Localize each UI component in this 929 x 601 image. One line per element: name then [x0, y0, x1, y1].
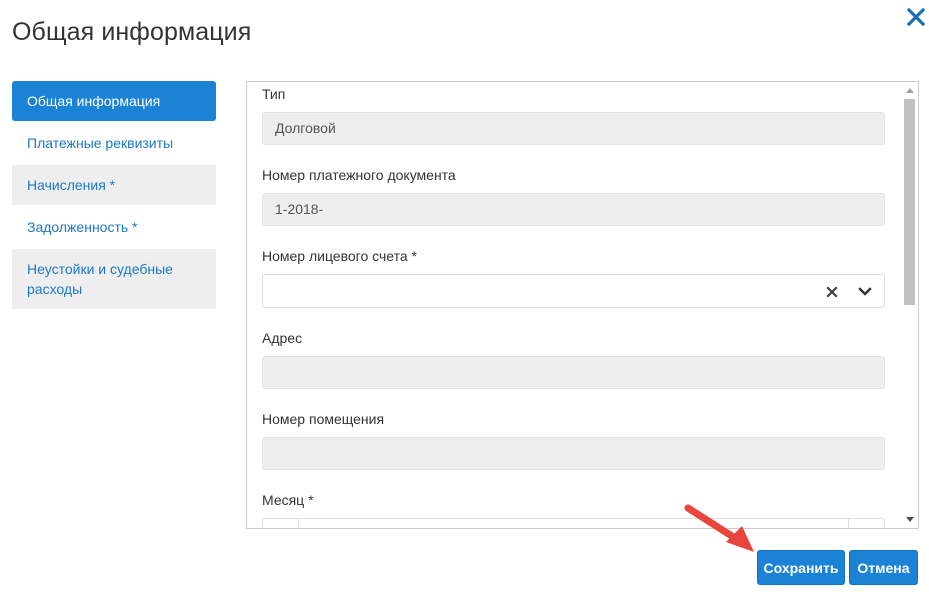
save-button[interactable]: Сохранить [757, 550, 845, 585]
dialog-title: Общая информация [12, 18, 252, 46]
cancel-button[interactable]: Отмена [849, 550, 918, 585]
payment-doc-number-label: Номер платежного документа [262, 167, 456, 183]
form-panel: Тип Долговой Номер платежного документа … [246, 81, 919, 529]
address-label: Адрес [262, 330, 303, 346]
type-label: Тип [262, 86, 286, 102]
room-number-label: Номер помещения [262, 411, 385, 427]
sidebar-nav: Общая информация Платежные реквизиты Нач… [12, 81, 216, 311]
clear-icon[interactable] [826, 285, 838, 298]
scrollbar-thumb[interactable] [904, 99, 915, 305]
annotation-arrow-icon [684, 504, 754, 552]
sidebar-item-label: Задолженность * [27, 219, 138, 235]
scroll-up-icon[interactable] [906, 88, 914, 93]
type-field: Долговой [262, 112, 885, 145]
payment-doc-number-field: 1-2018- [262, 193, 885, 226]
month-label: Месяц * [262, 492, 314, 508]
chevron-down-icon[interactable] [858, 285, 872, 297]
sidebar-item-accruals[interactable]: Начисления * [12, 165, 216, 205]
sidebar-item-label: Неустойки и судебные расходы [27, 261, 173, 297]
account-number-select[interactable] [262, 274, 885, 308]
sidebar-item-label: Общая информация [27, 93, 161, 109]
sidebar-item-penalties[interactable]: Неустойки и судебные расходы [12, 249, 216, 309]
close-icon [907, 8, 925, 26]
account-number-label: Номер лицевого счета * [262, 248, 417, 264]
vertical-scrollbar[interactable] [901, 82, 918, 528]
sidebar-item-debt[interactable]: Задолженность * [12, 207, 216, 247]
close-button[interactable] [905, 6, 927, 28]
month-input[interactable] [300, 519, 848, 528]
scroll-down-icon[interactable] [906, 517, 914, 522]
increment-button[interactable] [848, 519, 884, 528]
address-field [262, 356, 885, 389]
general-info-form: Тип Долговой Номер платежного документа … [262, 82, 886, 528]
sidebar-item-label: Начисления * [27, 177, 116, 193]
sidebar-item-label: Платежные реквизиты [27, 135, 174, 151]
sidebar-item-general-info[interactable]: Общая информация [12, 81, 216, 121]
month-stepper [262, 518, 885, 528]
sidebar-item-payment-details[interactable]: Платежные реквизиты [12, 123, 216, 163]
room-number-field [262, 437, 885, 470]
decrement-button[interactable] [263, 519, 299, 528]
